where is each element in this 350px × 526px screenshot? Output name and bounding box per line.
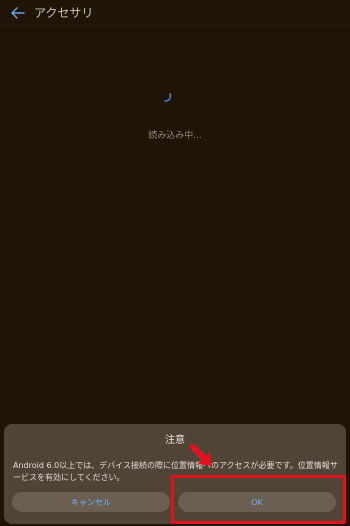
screen: アクセサリ 読み込み中... 注意 Android 6.0以上では、デバイス接続… — [0, 0, 350, 526]
cancel-button[interactable]: キャンセル — [12, 492, 170, 512]
pointer-arrow-icon — [190, 444, 212, 466]
ok-highlight-annotation — [171, 475, 346, 524]
dialog-title: 注意 — [165, 435, 185, 446]
